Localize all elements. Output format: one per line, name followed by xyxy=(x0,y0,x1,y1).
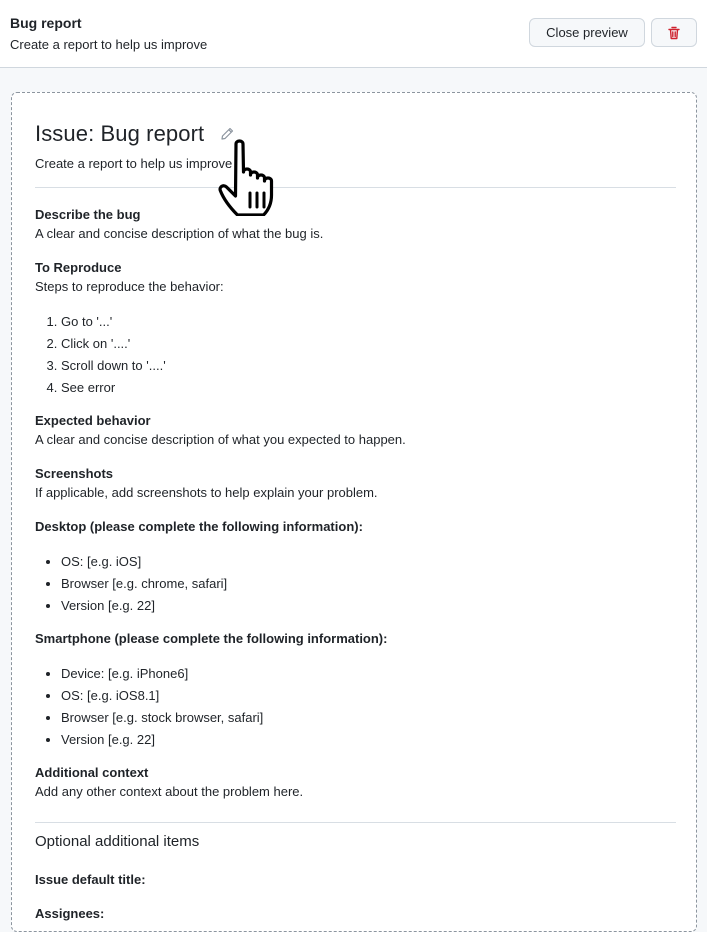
divider xyxy=(35,187,676,188)
close-preview-button[interactable]: Close preview xyxy=(529,18,645,47)
issue-body: Describe the bug A clear and concise des… xyxy=(35,205,675,801)
template-name: Bug report xyxy=(10,15,82,31)
list-item: OS: [e.g. iOS] xyxy=(61,551,675,573)
smartphone-list: Device: [e.g. iPhone6] OS: [e.g. iOS8.1]… xyxy=(35,663,675,751)
section-text: Add any other context about the problem … xyxy=(35,784,304,799)
section-text: Steps to reproduce the behavior: xyxy=(35,279,224,294)
assignees-label: Assignees: xyxy=(35,906,105,921)
section-text: A clear and concise description of what … xyxy=(35,226,324,241)
section-heading: Describe the bug xyxy=(35,207,141,222)
section-reproduce: To Reproduce Steps to reproduce the beha… xyxy=(35,258,675,399)
template-about: Create a report to help us improve xyxy=(10,37,208,52)
list-item: See error xyxy=(61,377,675,399)
issue-preview-card: Issue: Bug report Create a report to hel… xyxy=(11,92,697,932)
list-item: Version [e.g. 22] xyxy=(61,595,675,617)
delete-template-button[interactable] xyxy=(651,18,697,47)
default-title-label: Issue default title: xyxy=(35,872,146,887)
section-heading: Smartphone (please complete the followin… xyxy=(35,631,388,646)
hand-pointer-cursor-icon xyxy=(218,139,274,216)
section-heading: Additional context xyxy=(35,765,149,780)
desktop-list: OS: [e.g. iOS] Browser [e.g. chrome, saf… xyxy=(35,551,675,617)
section-heading: Screenshots xyxy=(35,466,114,481)
trash-icon xyxy=(668,26,680,39)
list-item: OS: [e.g. iOS8.1] xyxy=(61,685,675,707)
reproduce-steps: Go to '...' Click on '....' Scroll down … xyxy=(35,311,675,399)
section-text: A clear and concise description of what … xyxy=(35,432,406,447)
list-item: Scroll down to '....' xyxy=(61,355,675,377)
optional-items-title: Optional additional items xyxy=(35,833,200,850)
section-heading: Desktop (please complete the following i… xyxy=(35,519,363,534)
section-expected: Expected behavior A clear and concise de… xyxy=(35,411,675,449)
preview-header: Bug report Create a report to help us im… xyxy=(0,0,707,68)
issue-description: Create a report to help us improve xyxy=(35,156,233,171)
issue-title: Issue: Bug report xyxy=(35,121,205,146)
list-item: Browser [e.g. stock browser, safari] xyxy=(61,707,675,729)
section-smartphone: Smartphone (please complete the followin… xyxy=(35,629,675,751)
list-item: Click on '....' xyxy=(61,333,675,355)
section-heading: To Reproduce xyxy=(35,260,122,275)
list-item: Go to '...' xyxy=(61,311,675,333)
section-describe: Describe the bug A clear and concise des… xyxy=(35,205,675,243)
section-desktop: Desktop (please complete the following i… xyxy=(35,517,675,617)
list-item: Device: [e.g. iPhone6] xyxy=(61,663,675,685)
section-text: If applicable, add screenshots to help e… xyxy=(35,485,378,500)
list-item: Browser [e.g. chrome, safari] xyxy=(61,573,675,595)
section-heading: Expected behavior xyxy=(35,413,151,428)
section-context: Additional context Add any other context… xyxy=(35,763,675,801)
divider xyxy=(35,822,676,823)
section-screenshots: Screenshots If applicable, add screensho… xyxy=(35,464,675,502)
list-item: Version [e.g. 22] xyxy=(61,729,675,751)
